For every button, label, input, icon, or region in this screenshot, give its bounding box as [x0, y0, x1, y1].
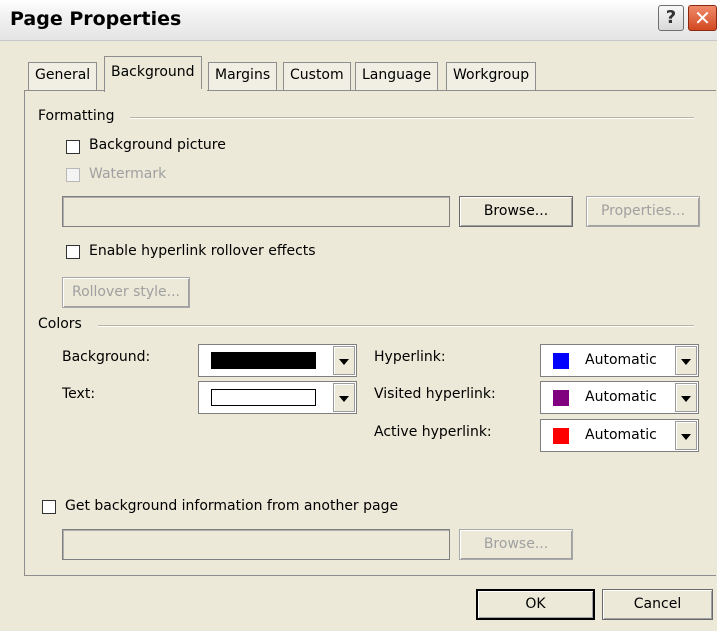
hyperlink-color-swatch [553, 353, 569, 369]
visited-hyperlink-color-swatch [553, 390, 569, 406]
another-page-path-input[interactable] [62, 529, 450, 560]
cancel-button[interactable]: Cancel [602, 589, 713, 620]
another-page-browse-label: Browse... [483, 536, 549, 552]
formatting-divider [130, 117, 694, 119]
text-color-swatch [211, 389, 316, 406]
chevron-down-icon[interactable] [333, 346, 355, 375]
chevron-down-icon[interactable] [675, 421, 697, 450]
background-from-another-page-label: Get background information from another … [65, 498, 399, 514]
background-picture-path-input[interactable] [62, 196, 450, 227]
active-hyperlink-color-value: Automatic [585, 427, 657, 443]
watermark-checkbox[interactable] [66, 168, 80, 182]
ok-button[interactable]: OK [476, 589, 595, 620]
another-page-browse-button[interactable]: Browse... [459, 529, 573, 560]
rollover-effects-checkbox[interactable] [66, 245, 80, 259]
watermark-label: Watermark [89, 166, 167, 182]
chevron-down-icon[interactable] [333, 383, 355, 412]
page-properties-dialog: Page Properties ? ✕ General Background M… [0, 0, 717, 631]
chevron-down-icon[interactable] [675, 383, 697, 412]
visited-hyperlink-color-dropdown[interactable]: Automatic [540, 381, 699, 414]
properties-button[interactable]: Properties... [586, 196, 700, 227]
background-color-swatch [211, 352, 316, 369]
background-from-another-page-checkbox[interactable] [42, 500, 56, 514]
visited-hyperlink-color-label: Visited hyperlink: [374, 386, 496, 402]
text-color-dropdown[interactable] [198, 381, 357, 414]
hyperlink-color-dropdown[interactable]: Automatic [540, 344, 699, 377]
cancel-label: Cancel [633, 596, 682, 612]
rollover-style-label: Rollover style... [71, 284, 181, 300]
properties-label: Properties... [600, 203, 686, 219]
browse-button[interactable]: Browse... [459, 196, 573, 227]
rollover-style-button[interactable]: Rollover style... [62, 277, 190, 308]
background-color-dropdown[interactable] [198, 344, 357, 377]
chevron-down-icon[interactable] [675, 346, 697, 375]
formatting-group-label: Formatting [38, 108, 115, 124]
active-hyperlink-color-swatch [553, 428, 569, 444]
visited-hyperlink-color-value: Automatic [585, 389, 657, 405]
colors-group-label: Colors [38, 316, 82, 332]
hyperlink-color-label: Hyperlink: [374, 349, 446, 365]
hyperlink-color-value: Automatic [585, 352, 657, 368]
panel-content: Formatting Background picture Watermark … [0, 0, 717, 631]
background-picture-checkbox[interactable] [66, 140, 80, 154]
active-hyperlink-color-label: Active hyperlink: [374, 424, 492, 440]
background-picture-label: Background picture [89, 137, 226, 153]
text-color-label: Text: [62, 386, 96, 402]
colors-divider [98, 325, 694, 327]
browse-label: Browse... [483, 203, 549, 219]
background-color-label: Background: [62, 349, 151, 365]
rollover-effects-label: Enable hyperlink rollover effects [89, 243, 316, 259]
active-hyperlink-color-dropdown[interactable]: Automatic [540, 419, 699, 452]
ok-label: OK [525, 596, 546, 612]
